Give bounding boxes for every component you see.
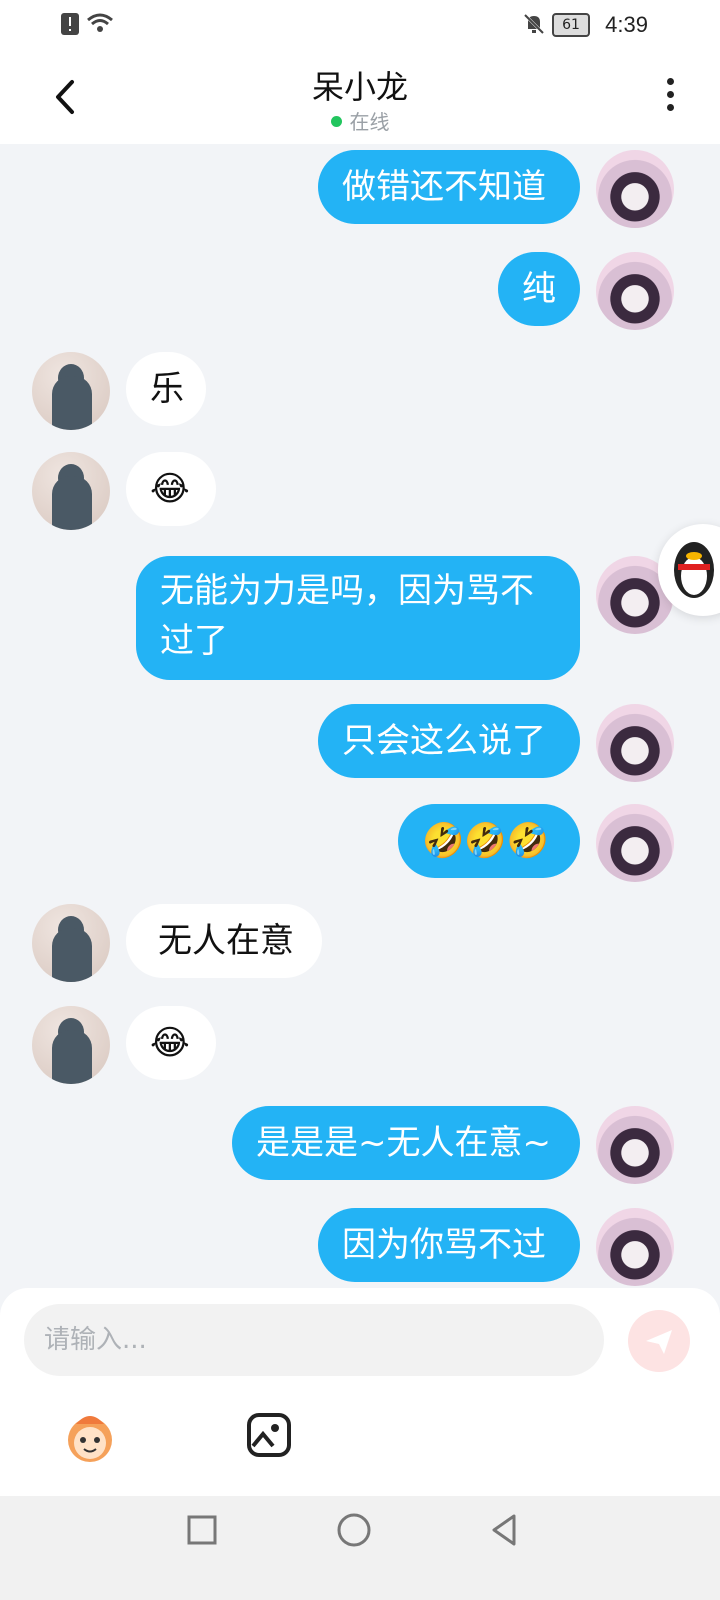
composer-toolbar [0, 1400, 720, 1480]
bell-off-icon [523, 13, 545, 35]
message-bubble-received[interactable]: 😂 [126, 1006, 216, 1080]
emoji-tears-of-joy: 😂 [150, 1023, 190, 1063]
clock: 4:39 [605, 12, 648, 37]
message-bubble-received[interactable]: 乐 [126, 352, 206, 426]
my-avatar[interactable] [596, 1106, 674, 1184]
message-bubble-sent[interactable]: 🤣🤣🤣 [398, 804, 580, 878]
more-vert-icon[interactable] [664, 78, 676, 118]
nav-back-icon[interactable] [486, 1512, 522, 1548]
contact-avatar[interactable] [32, 352, 110, 430]
contact-name: 呆小龙 [311, 68, 408, 106]
status-bar: 61 4:39 [0, 0, 720, 50]
contact-avatar[interactable] [32, 1006, 110, 1084]
message-bubble-sent[interactable]: 纯 [498, 252, 580, 326]
image-icon[interactable] [246, 1412, 292, 1458]
emoji-face-icon[interactable] [60, 1410, 120, 1464]
emoji-tears-of-joy: 😂 [150, 469, 190, 509]
message-bubble-sent[interactable]: 因为你骂不过 [318, 1208, 580, 1282]
my-avatar[interactable] [596, 804, 674, 882]
wifi-icon [87, 13, 113, 32]
composer: 请输入... [0, 1288, 720, 1496]
my-avatar[interactable] [596, 252, 674, 330]
message-bubble-sent[interactable]: 只会这么说了 [318, 704, 580, 778]
online-dot-icon [330, 116, 342, 127]
message-bubble-sent[interactable]: 无能为力是吗，因为骂不过了 [136, 556, 580, 680]
home-icon[interactable] [336, 1512, 372, 1548]
send-button[interactable] [628, 1310, 690, 1372]
penguin-icon [674, 542, 714, 598]
online-status: 在线 [0, 106, 720, 135]
my-avatar[interactable] [596, 1208, 674, 1286]
battery-icon: 61 [552, 13, 590, 37]
system-nav-bar [0, 1496, 720, 1600]
message-bubble-received[interactable]: 无人在意 [126, 904, 322, 978]
my-avatar[interactable] [596, 704, 674, 782]
emoji-rolling-laugh: 🤣🤣🤣 [422, 821, 550, 861]
contact-avatar[interactable] [32, 452, 110, 530]
recent-apps-icon[interactable] [186, 1514, 218, 1546]
message-bubble-sent[interactable]: 做错还不知道 [318, 150, 580, 224]
my-avatar[interactable] [596, 150, 674, 228]
chat-header: 呆小龙 在线 [0, 50, 720, 144]
contact-avatar[interactable] [32, 904, 110, 982]
online-status-label: 在线 [349, 110, 390, 134]
message-input[interactable]: 请输入... [24, 1304, 604, 1376]
send-icon [646, 1330, 672, 1354]
message-bubble-sent[interactable]: 是是是~无人在意~ [232, 1106, 580, 1180]
alert-sim-icon [61, 13, 79, 35]
message-bubble-received[interactable]: 😂 [126, 452, 216, 526]
